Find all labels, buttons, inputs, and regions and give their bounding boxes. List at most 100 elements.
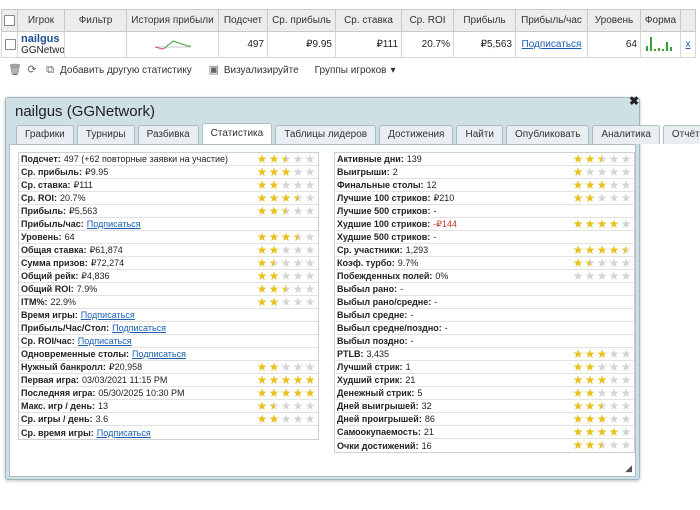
star-icon: ★	[280, 296, 292, 309]
tab-4[interactable]: Таблицы лидеров	[275, 125, 377, 144]
filter-cell[interactable]	[64, 31, 127, 58]
star-icon: ★	[256, 179, 268, 192]
stat-value: ₽4,836	[81, 270, 110, 281]
col-profit-hour[interactable]: Прибыль/час	[515, 9, 588, 32]
col-player[interactable]: Игрок	[17, 9, 65, 32]
trash-icon[interactable]: 🗑	[8, 64, 22, 76]
row-checkbox[interactable]	[1, 31, 18, 58]
subscribe-link[interactable]: Подписаться	[87, 219, 141, 229]
star-icon: ★	[608, 218, 620, 231]
col-count[interactable]: Подсчет	[218, 9, 268, 32]
stat-label: PTLB:	[337, 349, 364, 359]
tab-0[interactable]: Графики	[16, 125, 74, 144]
remove-row-button[interactable]: x	[686, 39, 691, 50]
col-avg-roi[interactable]: Ср. ROI	[401, 9, 454, 32]
col-level[interactable]: Уровень	[587, 9, 641, 32]
player-name[interactable]: nailgus	[21, 33, 61, 45]
refresh-icon[interactable]: ⟳	[26, 64, 38, 76]
star-icon: ★	[596, 361, 608, 374]
stat-value: 2	[392, 167, 398, 177]
star-icon: ★	[596, 270, 608, 283]
star-icon: ★	[280, 374, 292, 387]
col-profit[interactable]: Прибыль	[453, 9, 516, 32]
star-icon: ★	[256, 153, 268, 166]
stat-label: Общий ROI:	[21, 284, 74, 294]
subscribe-link[interactable]: Подписаться	[522, 39, 582, 50]
tab-3[interactable]: Статистика	[201, 123, 273, 144]
stat-label: Подсчет:	[21, 154, 61, 164]
add-stat-button[interactable]: ⧉ Добавить другую статистику	[44, 64, 192, 76]
star-icon: ★	[608, 348, 620, 361]
star-icon: ★	[572, 192, 584, 205]
profit-sparkline	[126, 31, 219, 58]
tab-6[interactable]: Найти	[456, 125, 504, 144]
stat-row: Последняя игра: 05/30/2025 10:30 PM ★ ★ ★ ★ ★	[19, 387, 318, 400]
remove-cell: x	[680, 31, 696, 58]
image-icon: ▣	[208, 64, 220, 76]
stat-label: Уровень:	[21, 232, 62, 242]
star-icon: ★	[304, 153, 316, 166]
star-icon: ★	[280, 166, 292, 179]
col-avg-profit[interactable]: Ср. прибыль	[267, 9, 336, 32]
tab-2[interactable]: Разбивка	[137, 125, 199, 144]
star-icon: ★	[620, 179, 632, 192]
subscribe-link[interactable]: Подписаться	[81, 310, 135, 320]
player-cell[interactable]: nailgus GGNetwork	[17, 31, 65, 58]
subscribe-link[interactable]: Подписаться	[78, 336, 132, 346]
stat-row: Прибыль/час: Подписаться	[19, 218, 318, 231]
player-groups-label: Группы игроков	[314, 64, 387, 76]
col-form[interactable]: Форма	[640, 9, 681, 32]
star-icon: ★	[280, 387, 292, 400]
stat-row: Лучшие 100 стриков: ₽210 ★ ★ ★ ★ ★	[335, 192, 634, 205]
star-rating: ★ ★ ★ ★ ★	[256, 192, 316, 204]
star-icon: ★	[268, 387, 280, 400]
tab-9[interactable]: Отчёты	[662, 125, 700, 144]
tab-8[interactable]: Аналитика	[592, 125, 660, 144]
avg-stake-cell: ₽111	[335, 31, 402, 58]
star-rating: ★ ★ ★ ★ ★	[256, 400, 316, 413]
stat-value: 139	[406, 154, 422, 164]
select-all-checkbox[interactable]	[1, 9, 18, 32]
star-icon: ★	[280, 179, 292, 192]
tab-7[interactable]: Опубликовать	[506, 125, 590, 144]
stat-row: Нужный банкролл: ₽20,958 ★ ★ ★ ★ ★	[19, 361, 318, 374]
visualize-button[interactable]: ▣ Визуализируйте	[208, 64, 299, 76]
col-avg-stake[interactable]: Ср. ставка	[335, 9, 402, 32]
tab-5[interactable]: Достижения	[379, 125, 454, 144]
star-rating: ★ ★ ★ ★ ★	[572, 192, 632, 205]
star-rating: ★ ★ ★ ★ ★	[572, 400, 632, 412]
stat-value: 03/03/2021 11:15 PM	[81, 375, 168, 385]
resize-handle-icon[interactable]: ◢	[625, 463, 632, 474]
stat-label: Лучший стрик:	[337, 362, 403, 372]
close-icon[interactable]: ✖	[628, 95, 640, 107]
col-filter[interactable]: Фильтр	[64, 9, 127, 32]
avg-roi-cell: 20.7%	[401, 31, 454, 58]
stat-row: Выбыл средне/поздно: -	[335, 322, 634, 335]
star-icon: ★	[280, 400, 292, 413]
star-rating: ★ ★ ★ ★ ★	[572, 374, 632, 386]
stat-label: Денежный стрик:	[337, 388, 415, 398]
star-icon: ★	[304, 413, 316, 426]
star-icon: ★	[268, 166, 280, 179]
star-rating: ★ ★ ★ ★ ★	[256, 166, 316, 179]
star-icon: ★	[620, 244, 632, 257]
stat-label: Общий рейк:	[21, 271, 79, 281]
subscribe-link[interactable]: Подписаться	[132, 349, 186, 359]
col-profit-history[interactable]: История прибыли	[126, 9, 219, 32]
stat-value: 1,293	[405, 245, 429, 255]
tab-1[interactable]: Турниры	[76, 125, 135, 144]
stat-row: Ср. время игры: Подписаться	[19, 426, 318, 439]
subscribe-link[interactable]: Подписаться	[112, 323, 166, 333]
stat-row: Ср. ROI: 20.7% ★ ★ ★ ★ ★	[19, 192, 318, 205]
table-row: nailgus GGNetwork 497 ₽9.95 ₽111 20.7% ₽…	[1, 31, 696, 58]
stat-label: ITM%:	[21, 297, 48, 307]
stat-label: Сумма призов:	[21, 258, 88, 268]
player-groups-dropdown[interactable]: Группы игроков ▾	[315, 65, 396, 76]
star-icon: ★	[256, 283, 268, 296]
stat-row: Прибыль: ₽5,563 ★ ★ ★ ★ ★	[19, 205, 318, 218]
stat-label: Побежденных полей:	[337, 271, 433, 281]
star-rating: ★ ★ ★ ★ ★	[256, 244, 316, 256]
stat-value: 3,435	[366, 349, 390, 359]
subscribe-link[interactable]: Подписаться	[97, 428, 151, 438]
stat-row: Выбыл рано: -	[335, 283, 634, 296]
